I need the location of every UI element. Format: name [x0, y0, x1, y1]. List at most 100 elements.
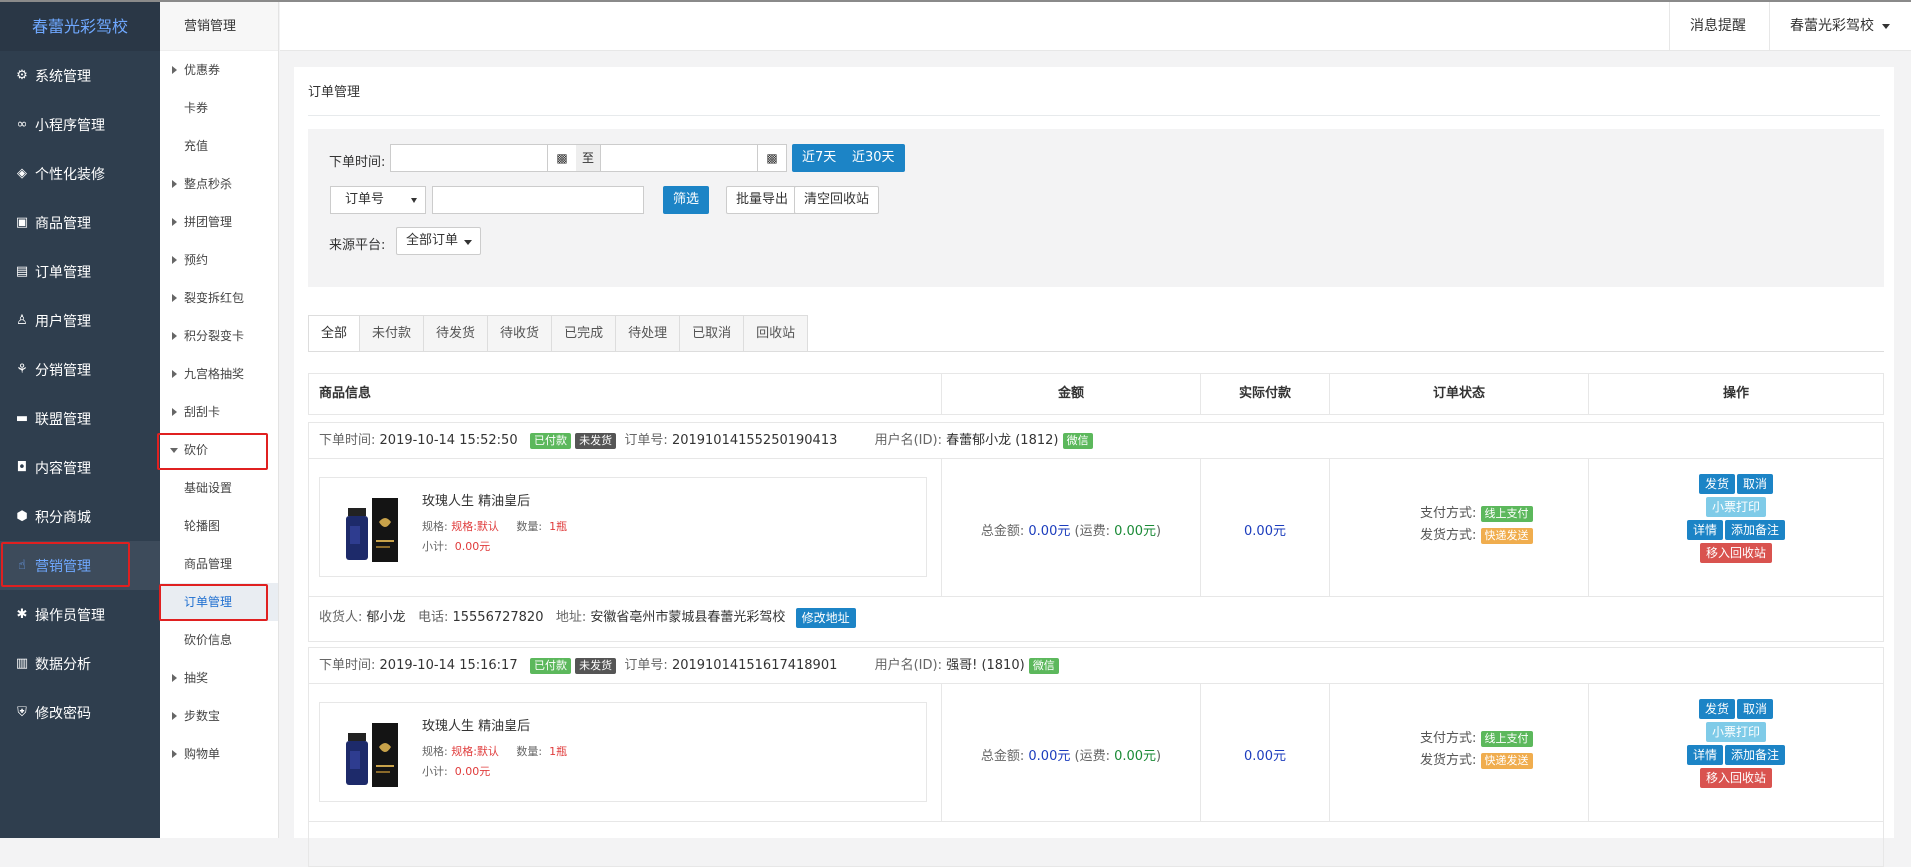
sidebar-item-1[interactable]: ∞ 小程序管理	[0, 100, 160, 149]
submenu-item-15[interactable]: 砍价信息	[160, 621, 278, 659]
print-receipt-button[interactable]: 小票打印	[1705, 497, 1766, 517]
account-dropdown[interactable]: 春蕾光彩驾校	[1769, 2, 1911, 51]
source-platform-label: 来源平台:	[329, 238, 386, 253]
submenu-item-17[interactable]: 步数宝	[160, 697, 278, 735]
tab-1[interactable]: 未付款	[360, 315, 425, 352]
spec-label: 规格:	[422, 520, 448, 533]
source-platform-select[interactable]: 全部订单	[396, 227, 482, 255]
ship-button[interactable]: 发货	[1698, 474, 1735, 494]
submenu-item-12[interactable]: 轮播图	[160, 507, 278, 545]
operation-cell: 发货 取消 小票打印 详情 添加备注 移入回收站	[1589, 684, 1883, 822]
calendar-icon[interactable]: ▩	[547, 144, 577, 172]
tab-2[interactable]: 待发货	[424, 315, 489, 352]
submenu-item-6[interactable]: 裂变拆红包	[160, 279, 278, 317]
status-cell: 支付方式: 线上支付 发货方式: 快递发送	[1330, 459, 1589, 597]
modify-address-button[interactable]: 修改地址	[795, 607, 856, 628]
brand-logo[interactable]: 春蕾光彩驾校	[0, 2, 160, 51]
detail-button[interactable]: 详情	[1686, 520, 1723, 540]
sidebar-item-9[interactable]: ⬢ 积分商城	[0, 492, 160, 541]
goods-name[interactable]: 玫瑰人生 精油皇后	[422, 715, 530, 734]
actual-pay-text: 0.00元	[1201, 745, 1329, 764]
sidebar-item-label: 小程序管理	[35, 117, 105, 134]
submenu-item-11[interactable]: 基础设置	[160, 469, 278, 507]
submenu-item-18[interactable]: 购物单	[160, 735, 278, 773]
submenu-item-9[interactable]: 刮刮卡	[160, 393, 278, 431]
deliver-method-row: 发货方式: 快递发送	[1420, 750, 1533, 772]
paid-badge: 已付款	[530, 657, 572, 674]
submenu-item-16[interactable]: 抽奖	[160, 659, 278, 697]
total-value: 0.00元	[1028, 524, 1071, 539]
sidebar-item-13[interactable]: ⛨ 修改密码	[0, 688, 160, 737]
sitemap-icon: ⚘	[16, 362, 28, 377]
sidebar-item-2[interactable]: ◈ 个性化装修	[0, 149, 160, 198]
tab-0[interactable]: 全部	[308, 315, 361, 352]
search-input[interactable]	[432, 186, 644, 214]
sidebar-item-6[interactable]: ⚘ 分销管理	[0, 345, 160, 394]
tab-5[interactable]: 待处理	[616, 315, 681, 352]
tab-6[interactable]: 已取消	[680, 315, 745, 352]
highlight-box-bargain	[157, 433, 268, 470]
submenu-item-8[interactable]: 九宫格抽奖	[160, 355, 278, 393]
tabs-divider	[308, 351, 1884, 352]
order-header: 下单时间: 2019-10-14 15:52:50 已付款 未发货 订单号: 2…	[309, 423, 1883, 459]
add-remark-button[interactable]: 添加备注	[1725, 745, 1786, 765]
actual-pay-cell: 0.00元	[1201, 684, 1330, 822]
add-remark-button[interactable]: 添加备注	[1725, 520, 1786, 540]
sidebar-item-7[interactable]: ▬ 联盟管理	[0, 394, 160, 443]
operation-buttons: 发货 取消 小票打印 详情 添加备注 移入回收站	[1589, 473, 1883, 565]
user-label: 用户名(ID):	[874, 433, 942, 448]
move-to-recycle-button[interactable]: 移入回收站	[1699, 543, 1772, 563]
calendar-icon[interactable]: ▩	[757, 144, 787, 172]
tab-7[interactable]: 回收站	[744, 315, 809, 352]
submenu-item-7[interactable]: 积分裂变卡	[160, 317, 278, 355]
submenu-item-0[interactable]: 优惠券	[160, 51, 278, 89]
qty-label: 数量:	[516, 745, 543, 758]
detail-button[interactable]: 详情	[1686, 745, 1723, 765]
order-block: 下单时间: 2019-10-14 15:52:50 已付款 未发货 订单号: 2…	[308, 422, 1884, 642]
title-divider	[308, 115, 1880, 116]
sidebar-item-0[interactable]: ⚙ 系统管理	[0, 51, 160, 100]
clear-recycle-button[interactable]: 清空回收站	[794, 186, 880, 214]
chevron-down-icon	[411, 198, 417, 203]
total-label: 总金额:	[980, 524, 1025, 539]
sidebar-item-label: 用户管理	[35, 313, 91, 330]
cancel-button[interactable]: 取消	[1737, 474, 1774, 494]
amount-cell: 总金额: 0.00元 (运费: 0.00元)	[942, 459, 1201, 597]
sidebar-item-11[interactable]: ✱ 操作员管理	[0, 590, 160, 639]
end-date-input[interactable]	[600, 144, 758, 172]
submenu-item-1[interactable]: 卡券	[160, 89, 278, 127]
filter-button[interactable]: 筛选	[663, 186, 710, 214]
actual-pay-value: 0.00元	[1244, 749, 1286, 764]
start-date-input[interactable]	[390, 144, 548, 172]
tab-3[interactable]: 待收货	[488, 315, 553, 352]
goods-name[interactable]: 玫瑰人生 精油皇后	[422, 490, 530, 509]
print-receipt-button[interactable]: 小票打印	[1705, 722, 1766, 742]
sidebar-item-12[interactable]: ▥ 数据分析	[0, 639, 160, 688]
sidebar-item-5[interactable]: ♙ 用户管理	[0, 296, 160, 345]
top-header: 消息提醒 春蕾光彩驾校	[280, 2, 1911, 78]
submenu-item-13[interactable]: 商品管理	[160, 545, 278, 583]
ship-button[interactable]: 发货	[1698, 699, 1735, 719]
sidebar-item-4[interactable]: ▤ 订单管理	[0, 247, 160, 296]
move-to-recycle-button[interactable]: 移入回收站	[1699, 768, 1772, 788]
search-type-select[interactable]: 订单号	[330, 186, 426, 214]
source-platform-value: 全部订单	[406, 233, 459, 248]
sidebar-item-label: 操作员管理	[35, 607, 105, 624]
cog-icon: ✱	[16, 607, 28, 622]
submenu-item-5[interactable]: 预约	[160, 241, 278, 279]
goods-spec-line: 规格: 规格:默认 数量: 1瓶	[422, 743, 567, 759]
submenu-item-3[interactable]: 整点秒杀	[160, 165, 278, 203]
submenu-item-4[interactable]: 拼团管理	[160, 203, 278, 241]
sidebar-item-label: 内容管理	[35, 460, 91, 477]
notice-dropdown[interactable]: 消息提醒	[1669, 2, 1769, 78]
product-image[interactable]	[336, 717, 404, 791]
sidebar-item-8[interactable]: ◘ 内容管理	[0, 443, 160, 492]
product-image[interactable]	[336, 492, 404, 566]
last-30-days-button[interactable]: 近30天	[842, 144, 905, 172]
cancel-button[interactable]: 取消	[1737, 699, 1774, 719]
submenu-item-2[interactable]: 充值	[160, 127, 278, 165]
batch-export-button[interactable]: 批量导出	[726, 186, 799, 214]
last-7-days-button[interactable]: 近7天	[792, 144, 847, 172]
sidebar-item-3[interactable]: ▣ 商品管理	[0, 198, 160, 247]
tab-4[interactable]: 已完成	[552, 315, 617, 352]
